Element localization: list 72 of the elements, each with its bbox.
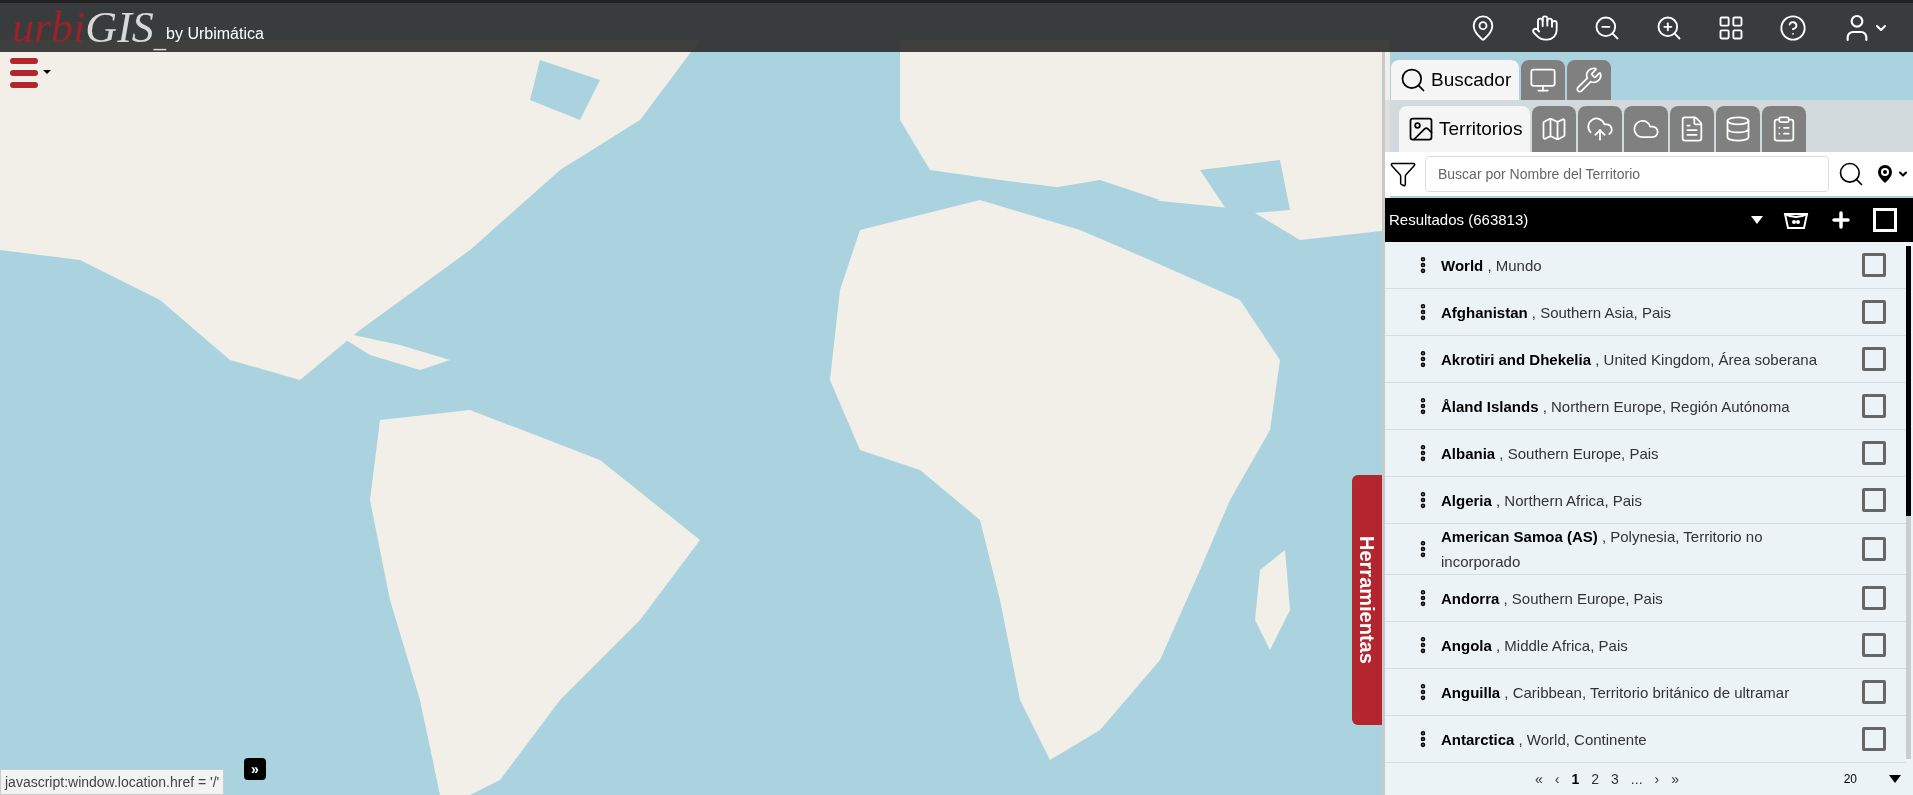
attribution-toggle[interactable]: » <box>244 758 266 780</box>
checkbox[interactable] <box>1862 488 1886 512</box>
checkbox[interactable] <box>1862 633 1886 657</box>
tab[interactable] <box>1670 106 1715 152</box>
tab[interactable]: Territorios <box>1399 106 1531 152</box>
caret-down-icon[interactable] <box>1751 216 1763 224</box>
page-size-select[interactable]: 20 <box>1843 770 1901 788</box>
page-link[interactable]: ... <box>1630 768 1643 790</box>
result-text: Angola , Middle Africa, Pais <box>1441 635 1628 656</box>
tab[interactable] <box>1762 106 1807 152</box>
checkbox[interactable] <box>1862 394 1886 418</box>
tab[interactable] <box>1624 106 1669 152</box>
result-row[interactable]: Angola , Middle Africa, Pais <box>1385 622 1906 669</box>
menu-button[interactable] <box>10 58 52 90</box>
result-text: Anguilla , Caribbean, Territorio británico de ultramar <box>1441 682 1790 703</box>
search-icon <box>1399 66 1427 94</box>
checkbox[interactable] <box>1862 347 1886 371</box>
tab[interactable]: Buscador <box>1391 60 1520 100</box>
page-link[interactable]: 3 <box>1611 768 1619 790</box>
search-field[interactable]: Buscar por Nombre del Territorio <box>1425 156 1829 192</box>
wrench-icon <box>1575 66 1604 94</box>
add-icon[interactable] <box>1829 208 1853 232</box>
tab[interactable] <box>1716 106 1761 152</box>
result-text: American Samoa (AS) , Polynesia, Territorio no incorporado <box>1441 527 1764 572</box>
result-text: World , Mundo <box>1441 255 1542 276</box>
result-row[interactable]: Algeria , Northern Africa, Pais <box>1385 477 1906 524</box>
checkbox[interactable] <box>1862 300 1886 324</box>
checkbox[interactable] <box>1862 586 1886 610</box>
tab[interactable] <box>1521 60 1566 100</box>
results-title: Resultados (663813) <box>1389 209 1529 230</box>
checkbox[interactable] <box>1862 537 1886 561</box>
page-link[interactable]: › <box>1654 768 1660 790</box>
cloud-upload-icon <box>1586 115 1615 143</box>
checkbox[interactable] <box>1862 727 1886 751</box>
basket-icon[interactable] <box>1783 210 1809 230</box>
filter-icon[interactable] <box>1389 160 1417 188</box>
monitor-icon <box>1529 66 1558 94</box>
help-icon[interactable] <box>1779 13 1807 42</box>
result-text: Andorra , Southern Europe, Pais <box>1441 588 1663 609</box>
tab[interactable] <box>1567 60 1612 100</box>
hand-icon[interactable] <box>1531 13 1559 42</box>
tab[interactable] <box>1532 106 1577 152</box>
result-row[interactable]: Afghanistan , Southern Asia, Pais <box>1385 289 1906 336</box>
image-icon <box>1407 115 1435 143</box>
result-text: Albania , Southern Europe, Pais <box>1441 443 1659 464</box>
side-tab[interactable]: Herramientas <box>1352 475 1382 725</box>
result-row[interactable]: Andorra , Southern Europe, Pais <box>1385 575 1906 622</box>
result-text: Antarctica , World, Continente <box>1441 729 1647 750</box>
result-text: Afghanistan , Southern Asia, Pais <box>1441 302 1672 323</box>
result-row[interactable]: Anguilla , Caribbean, Territorio británico de ultramar <box>1385 669 1906 716</box>
checkbox[interactable] <box>1862 441 1886 465</box>
menu-icon <box>10 58 52 90</box>
select-all-checkbox[interactable] <box>1873 208 1897 232</box>
result-text: Algeria , Northern Africa, Pais <box>1441 490 1642 511</box>
result-row[interactable]: Akrotiri and Dhekelia , United Kingdom, Área soberana <box>1385 336 1906 383</box>
page-link[interactable]: 2 <box>1591 768 1600 790</box>
caret-down-icon <box>1889 775 1901 783</box>
checkbox[interactable] <box>1862 680 1886 704</box>
search-icon[interactable] <box>1837 160 1865 188</box>
result-row[interactable]: Albania , Southern Europe, Pais <box>1385 430 1906 477</box>
page-link[interactable]: 1 <box>1571 768 1580 790</box>
status-bar: javascript:window.location.href = '/' <box>0 769 225 795</box>
page-link[interactable]: » <box>1671 768 1679 790</box>
result-row[interactable]: American Samoa (AS) , Polynesia, Territorio no incorporado <box>1385 524 1906 575</box>
checkbox[interactable] <box>1862 253 1886 277</box>
tab[interactable] <box>1578 106 1623 152</box>
result-text: Åland Islands , Northern Europe, Región Autónoma <box>1441 396 1790 417</box>
result-row[interactable]: Åland Islands , Northern Europe, Región Autónoma <box>1385 383 1906 430</box>
result-row[interactable]: World , Mundo <box>1385 242 1906 289</box>
page-link[interactable]: « <box>1535 768 1543 790</box>
page-link[interactable]: ‹ <box>1554 768 1560 790</box>
result-text: Akrotiri and Dhekelia , United Kingdom, Área soberana <box>1441 349 1817 370</box>
